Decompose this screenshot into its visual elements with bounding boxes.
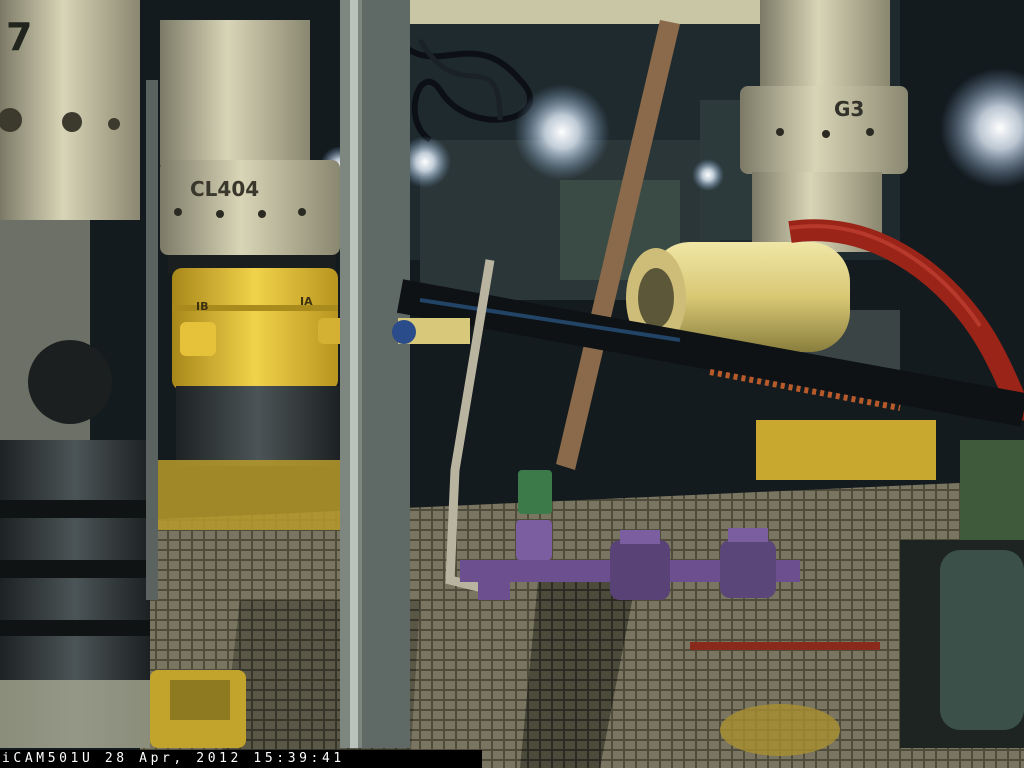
green-valve xyxy=(518,470,552,514)
overhead-beam xyxy=(380,0,780,24)
work-light xyxy=(692,159,724,191)
vertical-pipe xyxy=(362,0,410,748)
camera-id: iCAM501U xyxy=(2,751,94,766)
wellhead-deck-scene: 7 CL404 IB IA G3 xyxy=(0,0,1024,768)
camera-timestamp-overlay: iCAM501U 28 Apr, 2012 15:39:41 xyxy=(0,750,482,768)
far-left-stencil: 7 xyxy=(6,15,32,59)
port-label-ia: IA xyxy=(300,295,313,308)
capture-date: 28 Apr, 2012 xyxy=(104,751,242,766)
port-label-ib: IB xyxy=(196,300,208,313)
wellhead-stencil-right: G3 xyxy=(834,97,864,121)
capture-time: 15:39:41 xyxy=(253,751,345,766)
work-light xyxy=(514,84,610,180)
red-tool xyxy=(690,642,880,650)
wellhead-stencil-left: CL404 xyxy=(190,177,259,201)
